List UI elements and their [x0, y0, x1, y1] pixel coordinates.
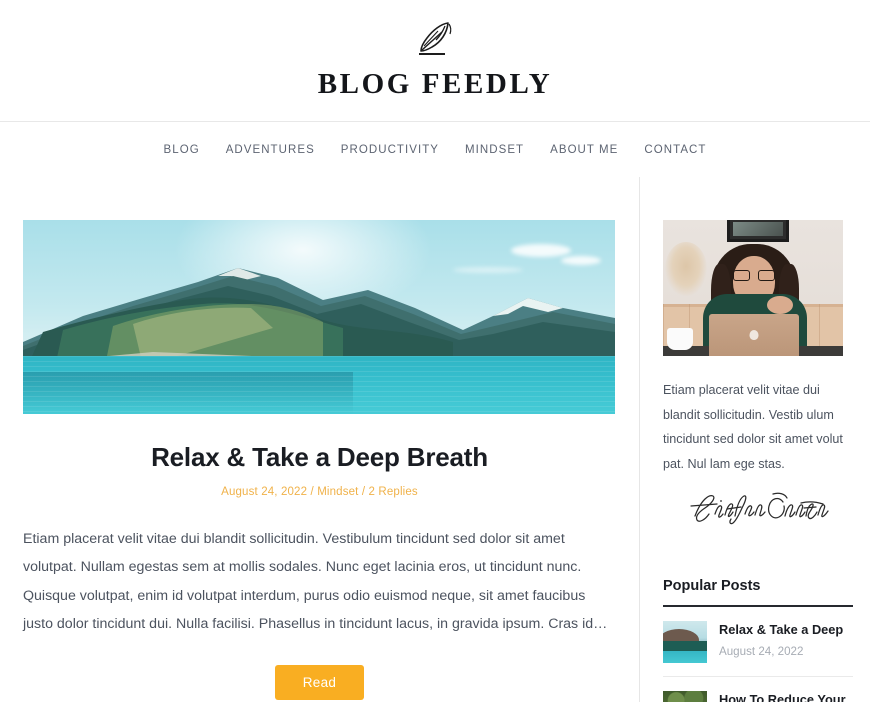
main-column: Relax & Take a Deep Breath August 24, 20…: [23, 177, 616, 702]
site-title: BLOG FEEDLY: [317, 68, 553, 100]
read-button[interactable]: Read: [274, 664, 365, 700]
post-title[interactable]: Relax & Take a Deep Breath: [23, 442, 616, 473]
popular-post-text: Relax & Take a Deep August 24, 2022: [719, 621, 853, 658]
author-signature: [663, 490, 853, 526]
popular-post-item[interactable]: Relax & Take a Deep August 24, 2022: [663, 607, 853, 678]
photo-glasses: [733, 270, 775, 281]
photo-coffee-cup: [667, 328, 693, 350]
main-navigation: BLOG ADVENTURES PRODUCTIVITY MINDSET ABO…: [0, 122, 870, 177]
sidebar: Etiam placerat velit vitae dui blandit s…: [663, 177, 853, 702]
nav-item-about-me[interactable]: ABOUT ME: [537, 140, 631, 160]
sidebar-bio: Etiam placerat velit vitae dui blandit s…: [663, 383, 843, 471]
nav-item-productivity[interactable]: PRODUCTIVITY: [328, 140, 452, 160]
popular-post-title[interactable]: Relax & Take a Deep: [719, 621, 853, 638]
photo-wall-frame: [727, 220, 789, 242]
post-meta[interactable]: August 24, 2022 / Mindset / 2 Replies: [23, 486, 616, 498]
photo-dried-plant: [665, 242, 707, 296]
nav-item-blog[interactable]: BLOG: [151, 140, 213, 160]
author-photo: [663, 220, 843, 356]
nav-item-contact[interactable]: CONTACT: [631, 140, 719, 160]
site-header: BLOG FEEDLY: [0, 0, 870, 122]
popular-post-date: August 24, 2022: [719, 645, 804, 659]
popular-post-thumbnail-road: [663, 691, 707, 702]
post-excerpt: Etiam placerat velit vitae dui blandit s…: [23, 531, 608, 633]
feather-quill-icon[interactable]: [407, 16, 463, 62]
read-button-row: Read: [23, 664, 616, 700]
photo-shoulder: [767, 296, 793, 314]
photo-laptop: [709, 314, 799, 356]
popular-posts-heading: Popular Posts: [663, 578, 853, 608]
popular-post-text: How To Reduce Your August 18, 2022: [719, 691, 853, 702]
popular-post-title[interactable]: How To Reduce Your: [719, 691, 853, 702]
column-divider: [639, 177, 640, 702]
post-featured-image[interactable]: [23, 220, 615, 414]
nav-item-mindset[interactable]: MINDSET: [452, 140, 537, 160]
nav-item-adventures[interactable]: ADVENTURES: [213, 140, 328, 160]
hero-lake-shimmer: [23, 356, 615, 414]
popular-post-thumbnail-lake: [663, 621, 707, 664]
popular-post-item[interactable]: How To Reduce Your August 18, 2022: [663, 677, 853, 702]
content-wrapper: Relax & Take a Deep Breath August 24, 20…: [0, 177, 870, 702]
